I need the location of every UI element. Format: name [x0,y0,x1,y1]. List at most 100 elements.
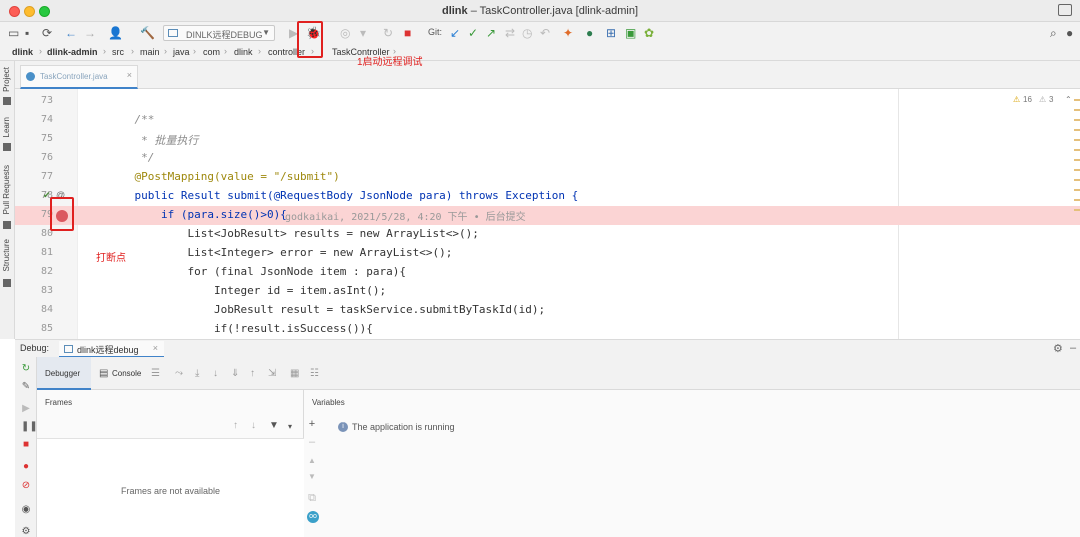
user-icon[interactable]: 👤 [108,26,123,40]
translate-icon[interactable]: ⊞ [606,26,616,40]
run-to-cursor-icon[interactable]: ⇲ [268,368,276,379]
code-line[interactable]: 83 Integer id = item.asInt(); [15,282,1080,301]
settings-icon[interactable]: ⚙ [21,527,31,537]
code-line[interactable]: 80 List<JobResult> results = new ArrayLi… [15,225,1080,244]
arrow-up-icon[interactable]: ↑ [233,420,238,431]
code-line[interactable]: 81 List<Integer> error = new ArrayList<>… [15,244,1080,263]
camera-icon[interactable]: ◉ [21,505,31,515]
learn-tool-tab[interactable]: Learn [2,117,11,137]
resume-icon[interactable]: ▶ [21,404,31,414]
plugin-icon[interactable]: ✦ [563,26,573,40]
title-bar: dlink – TaskController.java [dlink-admin… [0,0,1080,22]
folder-icon [3,97,11,105]
filter-icon[interactable]: ▼ [269,420,279,431]
close-icon[interactable]: × [153,343,158,353]
git-blame-annotation: godkaikai, 2021/5/28, 4:20 下午 • 后台提交 [285,212,526,223]
profile-icon[interactable]: ↻ [383,26,393,40]
user-account-icon[interactable]: ● [1066,26,1073,40]
breakpoint-highlight [50,197,74,231]
breadcrumb-item[interactable]: src [112,47,124,57]
breadcrumb-item[interactable]: java [173,47,190,57]
step-into-icon[interactable]: ↓ [213,368,218,379]
project-tool-tab[interactable]: Project [2,67,11,92]
open-folder-icon[interactable]: ▭ [8,26,19,40]
wrench-icon[interactable]: ✎ [21,382,31,392]
add-watch-icon[interactable]: + [307,418,317,430]
more-run-icon[interactable]: ▾ [360,26,366,40]
code-line[interactable]: 82 for (final JsonNode item : para){ [15,263,1080,282]
step-over-icon[interactable]: ⤓ [195,368,199,379]
search-icon[interactable]: ⌕ [1050,26,1057,40]
gear-icon[interactable]: ⚙ [1053,342,1063,355]
window-layout-icon[interactable] [1058,4,1072,16]
move-up-icon[interactable]: ▲ [307,456,317,465]
rerun-icon[interactable]: ↻ [21,364,31,374]
remove-watch-icon[interactable]: – [307,436,317,448]
frames-list[interactable]: Frames are not available [37,438,304,537]
code-line[interactable]: 77 @PostMapping(value = "/submit") [15,168,1080,187]
show-execution-point-icon[interactable]: ⤳ [175,368,183,379]
git-compare-icon[interactable]: ⇄ [505,26,515,40]
editor-tab-bar: TaskController.java × [15,61,1080,89]
graduation-icon [3,143,11,151]
force-step-into-icon[interactable]: ⇓ [231,368,239,379]
forward-icon[interactable]: → [84,26,96,40]
chevron-down-icon[interactable]: ▾ [288,422,292,431]
arrow-down-icon[interactable]: ↓ [251,420,256,431]
code-line[interactable]: 85 if(!result.isSuccess()){ [15,320,1080,339]
code-line[interactable]: 78 ✔ @ public Result submit(@RequestBody… [15,187,1080,206]
code-editor[interactable]: ⚠ 16 ⚠ 3 ⌃ 73 74 /** 75 * 批量执行 76 */ 77 … [15,89,1080,339]
breadcrumb-item[interactable]: main [140,47,160,57]
git-history-icon[interactable]: ◷ [522,26,532,40]
coverage-icon[interactable]: ◎ [340,26,350,40]
search-everywhere-plugin-icon[interactable]: ● [586,26,593,40]
save-icon[interactable]: ▪ [25,26,29,40]
git-commit-icon[interactable]: ✓ [468,26,478,40]
git-update-icon[interactable]: ↙ [450,26,460,40]
view-as-icon[interactable]: oo [307,511,319,523]
code-line[interactable]: 75 * 批量执行 [15,130,1080,149]
breadcrumb-item[interactable]: dlink-admin [47,47,98,57]
menu-icon[interactable]: ☰ [151,368,160,379]
tab-debugger[interactable]: Debugger [37,357,91,390]
close-icon[interactable]: × [127,70,132,80]
pull-requests-tool-tab[interactable]: Pull Requests [2,165,11,214]
back-icon[interactable]: ← [65,26,77,40]
stop-icon[interactable]: ■ [21,440,31,450]
run-configuration-select[interactable]: DINLK远程DEBUG ▼ [163,25,275,41]
code-line[interactable]: 76 */ [15,149,1080,168]
structure-icon [3,279,11,287]
debug-session-tab[interactable]: dlink远程debug × [59,341,164,358]
breadcrumb-item[interactable]: com [203,47,220,57]
step-out-icon[interactable]: ↑ [250,368,255,379]
breadcrumb-item[interactable]: dlink [12,47,33,57]
hide-panel-icon[interactable]: – [1070,342,1076,354]
error-stripe[interactable] [1074,99,1080,219]
set-breakpoint-note: 打断点 [96,253,126,264]
trace-icon[interactable]: ☷ [310,368,319,379]
info-icon: i [338,422,348,432]
debug-button-highlight [297,21,323,58]
android-icon[interactable]: ✿ [644,26,654,40]
mute-breakpoints-icon[interactable]: ⊘ [21,481,31,491]
git-push-icon[interactable]: ↗ [486,26,496,40]
view-breakpoints-icon[interactable]: ● [21,462,31,472]
code-line[interactable]: 74 /** [15,111,1080,130]
stop-icon[interactable]: ■ [404,26,411,40]
build-hammer-icon[interactable]: 🔨 [140,26,155,40]
tab-console[interactable]: Console [112,369,141,378]
evaluate-icon[interactable]: ▦ [290,368,299,379]
pause-icon[interactable]: ❚❚ [21,422,38,432]
structure-tool-tab[interactable]: Structure [2,239,11,271]
copy-icon[interactable]: ⧉ [307,492,317,505]
sync-icon[interactable]: ⟳ [42,26,52,40]
breadcrumb-item[interactable]: dlink [234,47,253,57]
breakpoint-line[interactable]: 79 if (para.size()>0){ godkaikai, 2021/5… [15,206,1080,225]
code-line[interactable]: 73 [15,92,1080,111]
editor-tab-taskcontroller[interactable]: TaskController.java × [20,65,138,89]
git-rollback-icon[interactable]: ↶ [540,26,550,40]
application-running-message: The application is running [352,422,455,432]
qr-icon[interactable]: ▣ [625,26,636,40]
move-down-icon[interactable]: ▼ [307,472,317,481]
code-line[interactable]: 84 JobResult result = taskService.submit… [15,301,1080,320]
